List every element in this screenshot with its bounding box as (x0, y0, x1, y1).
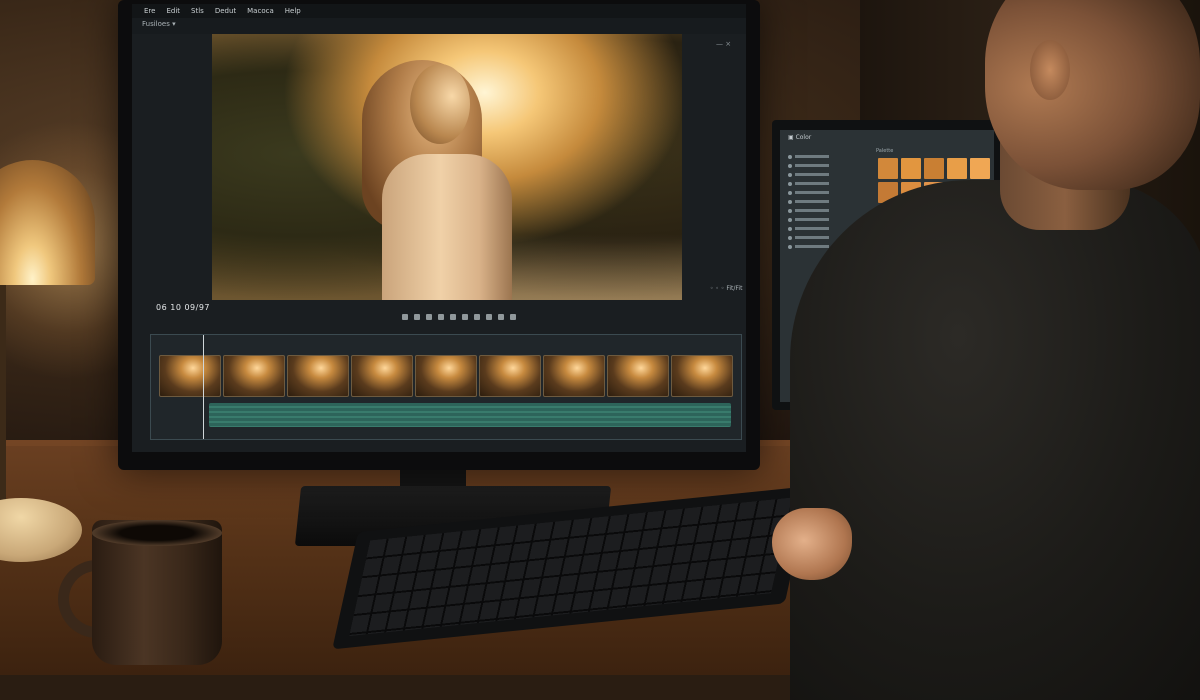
layer-name-placeholder (795, 236, 829, 239)
person-head (985, 0, 1200, 190)
step-back-icon[interactable] (414, 314, 420, 320)
menu-clips[interactable]: Stls (191, 7, 204, 15)
settings-icon[interactable] (510, 314, 516, 320)
layer-name-placeholder (795, 218, 829, 221)
bullet-icon (788, 190, 792, 195)
preview-viewer (212, 34, 682, 300)
mark-out-icon[interactable] (498, 314, 504, 320)
video-track[interactable] (159, 355, 733, 397)
color-swatch[interactable] (901, 158, 921, 179)
layer-list-item[interactable] (788, 197, 868, 206)
bullet-icon (788, 181, 792, 186)
video-clip[interactable] (159, 355, 221, 397)
transport-controls (402, 311, 572, 323)
video-editor-screen: Ere Edit Stls Dedut Macoca Help Fusiloes… (132, 4, 746, 452)
person-shoulder (790, 180, 1200, 700)
bullet-icon (788, 226, 792, 231)
bullet-icon (788, 244, 792, 249)
layer-name-placeholder (795, 155, 829, 158)
bullet-icon (788, 217, 792, 222)
mark-in-icon[interactable] (486, 314, 492, 320)
bullet-icon (788, 172, 792, 177)
layer-name-placeholder (795, 182, 829, 185)
timeline-panel[interactable] (150, 334, 742, 440)
layer-list-item[interactable] (788, 170, 868, 179)
layer-list-item[interactable] (788, 152, 868, 161)
color-panel-title: ▣ Color (788, 134, 812, 141)
bullet-icon (788, 208, 792, 213)
rewind-icon[interactable] (402, 314, 408, 320)
layer-list-item[interactable] (788, 206, 868, 215)
layer-name-placeholder (795, 245, 829, 248)
mug-rim (92, 520, 222, 546)
bullet-icon (788, 163, 792, 168)
bullet-icon (788, 154, 792, 159)
menu-product[interactable]: Dedut (215, 7, 236, 15)
woman-head (410, 64, 470, 144)
video-clip[interactable] (415, 355, 477, 397)
color-swatch[interactable] (878, 158, 898, 179)
menu-file[interactable]: Ere (144, 7, 155, 15)
video-clip[interactable] (607, 355, 669, 397)
fast-forward-icon[interactable] (462, 314, 468, 320)
bullet-icon (788, 235, 792, 240)
video-clip[interactable] (287, 355, 349, 397)
layer-name-placeholder (795, 209, 829, 212)
color-swatch[interactable] (924, 158, 944, 179)
layer-name-placeholder (795, 191, 829, 194)
video-clip[interactable] (351, 355, 413, 397)
person-ear (1030, 40, 1070, 100)
audio-track[interactable] (209, 403, 731, 427)
window-controls[interactable]: — × (716, 40, 731, 48)
color-swatch[interactable] (970, 158, 990, 179)
menu-bar: Ere Edit Stls Dedut Macoca Help (132, 4, 746, 18)
sunlit-path (512, 234, 682, 300)
layer-name-placeholder (795, 200, 829, 203)
video-clip[interactable] (223, 355, 285, 397)
video-clip[interactable] (479, 355, 541, 397)
palette-tab[interactable]: Palette (876, 148, 893, 154)
zoom-label[interactable]: ◦ ◦ ◦ Fit/Fit (710, 285, 742, 292)
step-forward-icon[interactable] (450, 314, 456, 320)
video-clip[interactable] (671, 355, 733, 397)
layer-name-placeholder (795, 227, 829, 230)
editor-toolbar (132, 18, 746, 34)
layer-list-item[interactable] (788, 188, 868, 197)
person-hand (772, 508, 852, 580)
play-icon[interactable] (426, 314, 432, 320)
menu-help[interactable]: Help (285, 7, 301, 15)
video-clip[interactable] (543, 355, 605, 397)
color-swatch[interactable] (947, 158, 967, 179)
playhead[interactable] (203, 335, 204, 439)
layer-list-item[interactable] (788, 179, 868, 188)
loop-icon[interactable] (474, 314, 480, 320)
menu-edit[interactable]: Edit (166, 7, 180, 15)
layer-name-placeholder (795, 173, 829, 176)
lamp-arm (0, 285, 6, 505)
panel-label[interactable]: Fusiloes ▾ (142, 20, 176, 28)
bullet-icon (788, 199, 792, 204)
stop-icon[interactable] (438, 314, 444, 320)
layer-list-item[interactable] (788, 161, 868, 170)
layer-name-placeholder (795, 164, 829, 167)
woman-figure (382, 154, 512, 300)
timecode-display: 06 10 09/97 (156, 303, 210, 312)
menu-macros[interactable]: Macoca (247, 7, 274, 15)
